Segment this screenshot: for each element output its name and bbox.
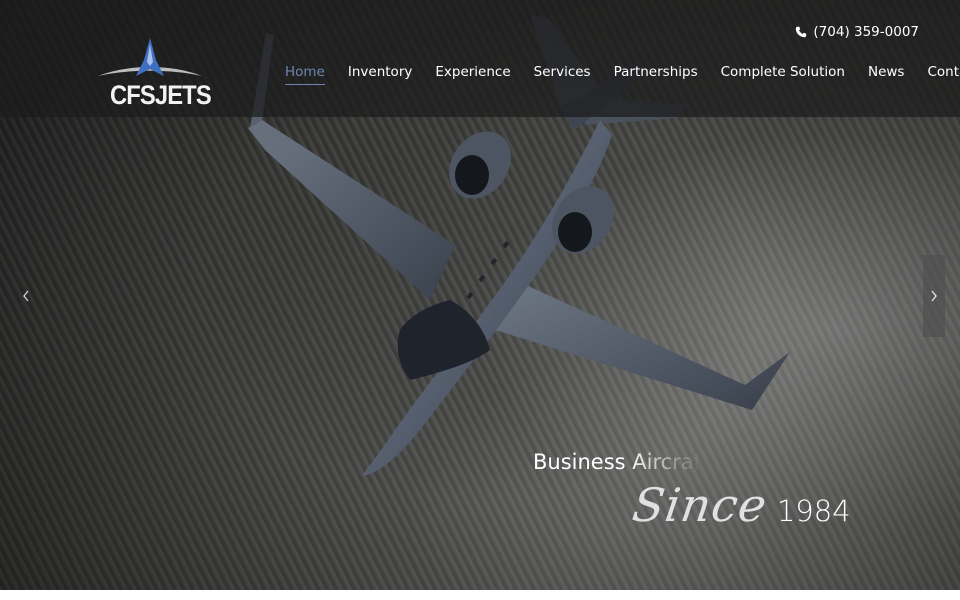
slider-prev-button[interactable] (14, 282, 38, 310)
header-phone[interactable]: (704) 359-0007 (795, 24, 919, 40)
slider-next-button[interactable] (923, 255, 945, 337)
nav-item-inventory[interactable]: Inventory (348, 64, 412, 85)
caption-since: Since (629, 478, 771, 532)
jet-logo-icon (98, 38, 202, 76)
logo-wordmark: CFSJETS (110, 80, 212, 110)
nav-item-partnerships[interactable]: Partnerships (614, 64, 698, 85)
chevron-left-icon (23, 290, 29, 302)
nav-item-experience[interactable]: Experience (435, 64, 510, 85)
main-nav: Home Inventory Experience Services Partn… (285, 64, 960, 85)
brand-logo[interactable]: CFSJETS (98, 36, 212, 114)
caption-text: Business (533, 450, 633, 474)
caption-text-fading: Aircraf (632, 450, 702, 474)
chevron-right-icon (931, 290, 937, 302)
page-bottom-strip (0, 590, 960, 600)
nav-item-contact[interactable]: Contact (927, 64, 960, 85)
site-header: CFSJETS (704) 359-0007 Home Inventory Ex… (0, 0, 960, 117)
nav-item-services[interactable]: Services (534, 64, 591, 85)
slide-caption-line2: Since 1984 (629, 478, 851, 532)
slide-caption-line1: Business Aircraf (533, 450, 701, 474)
caption-year: 1984 (776, 494, 851, 528)
phone-icon (796, 26, 807, 38)
nav-item-home[interactable]: Home (285, 64, 325, 85)
phone-number: (704) 359-0007 (813, 24, 919, 40)
nav-item-complete-solution[interactable]: Complete Solution (721, 64, 845, 85)
nav-item-news[interactable]: News (868, 64, 904, 85)
